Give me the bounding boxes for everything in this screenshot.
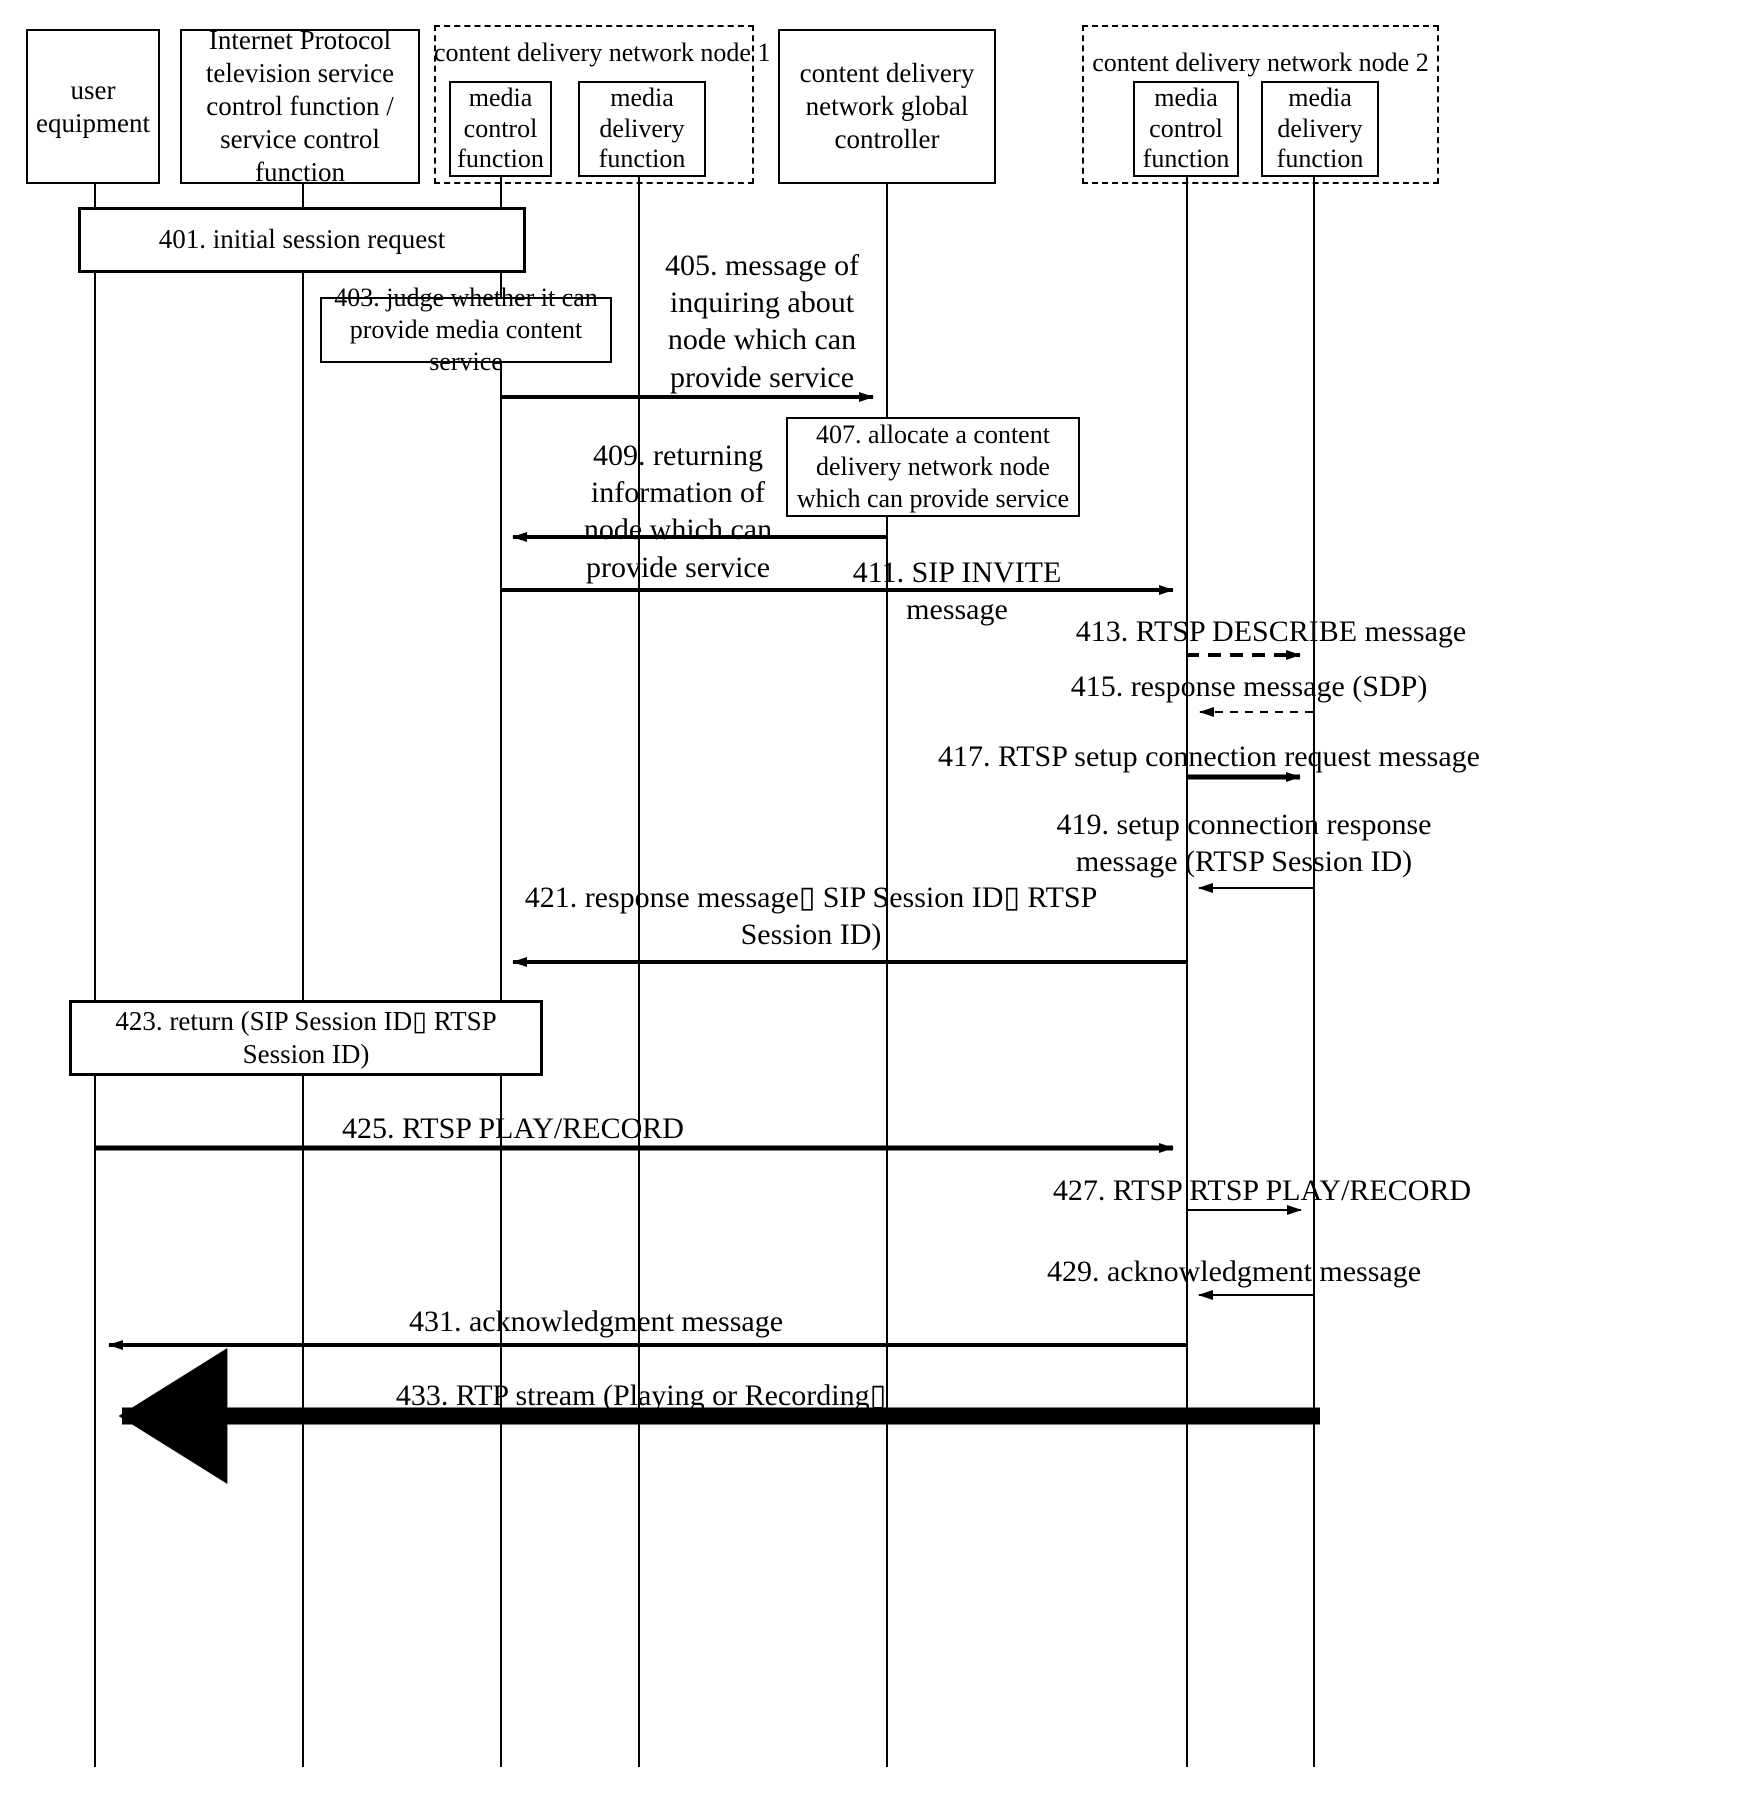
message-label-427: 427. RTSP RTSP PLAY/RECORD [1052,1174,1472,1207]
note-423-return-session-ids: 423. return (SIP Session ID▯ RTSP Sessio… [69,1000,543,1076]
message-label-405: 405. message of inquiring about node whi… [664,249,860,394]
note-401-initial-session-request: 401. initial session request [78,207,526,273]
message-label-413: 413. RTSP DESCRIBE message [1075,615,1467,648]
message-label-429: 429. acknowledgment message [1046,1255,1422,1288]
message-label-431: 431. acknowledgment message [408,1305,784,1338]
note-407-allocate-cdn-node: 407. allocate a content delivery network… [786,417,1080,517]
message-label-433: 433. RTP stream (Playing or Recording▯ [395,1379,887,1412]
sequence-diagram-canvas: content delivery network node 1 content … [0,0,1763,1805]
note-403-judge-media-content-service: 403. judge whether it can provide media … [320,283,612,376]
message-label-417: 417. RTSP setup connection request messa… [938,740,1480,773]
message-label-425: 425. RTSP PLAY/RECORD [342,1112,684,1145]
message-label-421: 421. response message▯ SIP Session ID▯ R… [524,881,1098,952]
message-label-415: 415. response message (SDP) [1070,670,1428,703]
message-label-419: 419. setup connection response message (… [1056,808,1432,879]
message-label-409: 409. returning information of node which… [583,439,773,584]
message-label-411: 411. SIP INVITE message [852,556,1062,627]
